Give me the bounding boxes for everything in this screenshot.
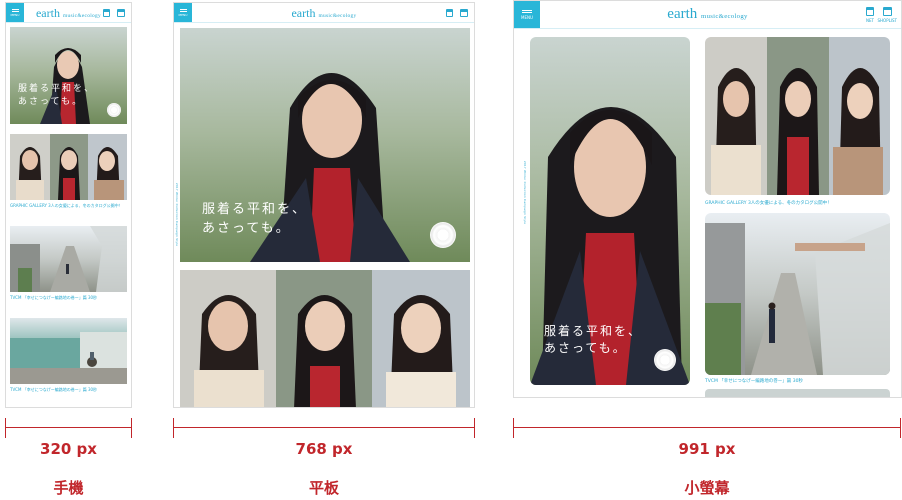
tvcm-caption-1[interactable]: TVCM 「幸せにつなげー編路地の巻ー」篇 30秒: [705, 378, 890, 384]
gallery-image[interactable]: [10, 134, 127, 200]
tvcm-image-2[interactable]: [10, 318, 127, 384]
tablet-width-label: 768 px: [295, 440, 353, 458]
hero-copy: 服着る平和を、 あさっても。: [18, 84, 96, 108]
seal-logo: [107, 103, 121, 117]
phone-device-label: 手機: [53, 479, 84, 497]
gallery-caption[interactable]: GRAPHIC GALLERY 3人の女優による、冬のカタログ公開中！: [705, 200, 890, 206]
shoplist-icon[interactable]: [460, 9, 468, 17]
shoplist-button[interactable]: SHOPLIST: [878, 7, 897, 23]
hero-image[interactable]: 服着る平和を、 あさっても。: [180, 28, 470, 262]
hero-image[interactable]: 服着る平和を、 あさっても。: [10, 27, 127, 124]
brand-logo[interactable]: earth music&ecology: [174, 6, 474, 21]
vertical-label: 2017 Winter Collection Campaign Style: [175, 183, 179, 247]
vertical-label: 2017 Winter Collection Campaign Style: [523, 161, 527, 225]
phone-preview: MENU earth music&ecology 服着る平和を、 あさっても。 …: [5, 2, 132, 408]
cart-icon[interactable]: [103, 9, 110, 17]
small-screen-device-label: 小螢幕: [684, 479, 730, 497]
shoplist-icon[interactable]: [117, 9, 125, 17]
cart-icon: [866, 7, 874, 16]
phone-width-label: 320 px: [40, 440, 97, 458]
tablet-width-marker: [173, 418, 475, 438]
shoplist-icon: [882, 7, 892, 16]
seal-logo: [654, 349, 676, 371]
tvcm-caption-1[interactable]: TVCM 「幸せにつなげー編路地の巻ー」篇 30秒: [10, 295, 127, 301]
brand-logo[interactable]: earth music&ecology: [514, 6, 901, 23]
tvcm-caption-2[interactable]: TVCM 「幸せにつなげー編路地の巻ー」篇 30秒: [10, 387, 127, 393]
small-screen-width-marker: [513, 418, 901, 438]
brand-logo[interactable]: earth music&ecology: [6, 6, 131, 21]
small-screen-width-label: 991 px: [678, 440, 736, 458]
seal-logo: [430, 222, 456, 248]
tvcm-image-1[interactable]: [10, 226, 127, 292]
tablet-device-label: 平板: [308, 479, 339, 497]
gallery-image[interactable]: [180, 270, 470, 407]
gallery-image[interactable]: [705, 37, 890, 195]
hero-copy: 服着る平和を、 あさっても。: [202, 202, 308, 236]
phone-width-marker: [5, 418, 132, 438]
phone-header: MENU earth music&ecology: [6, 3, 131, 23]
small-screen-preview: MENU earth music&ecology NET SHOPLIST 20…: [513, 0, 902, 398]
cart-icon[interactable]: [446, 9, 453, 17]
tablet-preview: MENU earth music&ecology 服着る平和を、 あさっても。 …: [173, 2, 475, 408]
tvcm-image-1[interactable]: [705, 213, 890, 375]
hero-copy: 服着る平和を、 あさっても。: [544, 324, 643, 356]
gallery-caption[interactable]: GRAPHIC GALLERY 3人の女優による、冬のカタログ公開中！: [10, 203, 127, 209]
net-button[interactable]: NET: [866, 7, 874, 23]
next-card-peek: [705, 389, 890, 397]
desk-header: MENU earth music&ecology NET SHOPLIST: [514, 1, 901, 29]
tablet-header: MENU earth music&ecology: [174, 3, 474, 23]
hero-image[interactable]: 服着る平和を、 あさっても。: [530, 37, 690, 385]
